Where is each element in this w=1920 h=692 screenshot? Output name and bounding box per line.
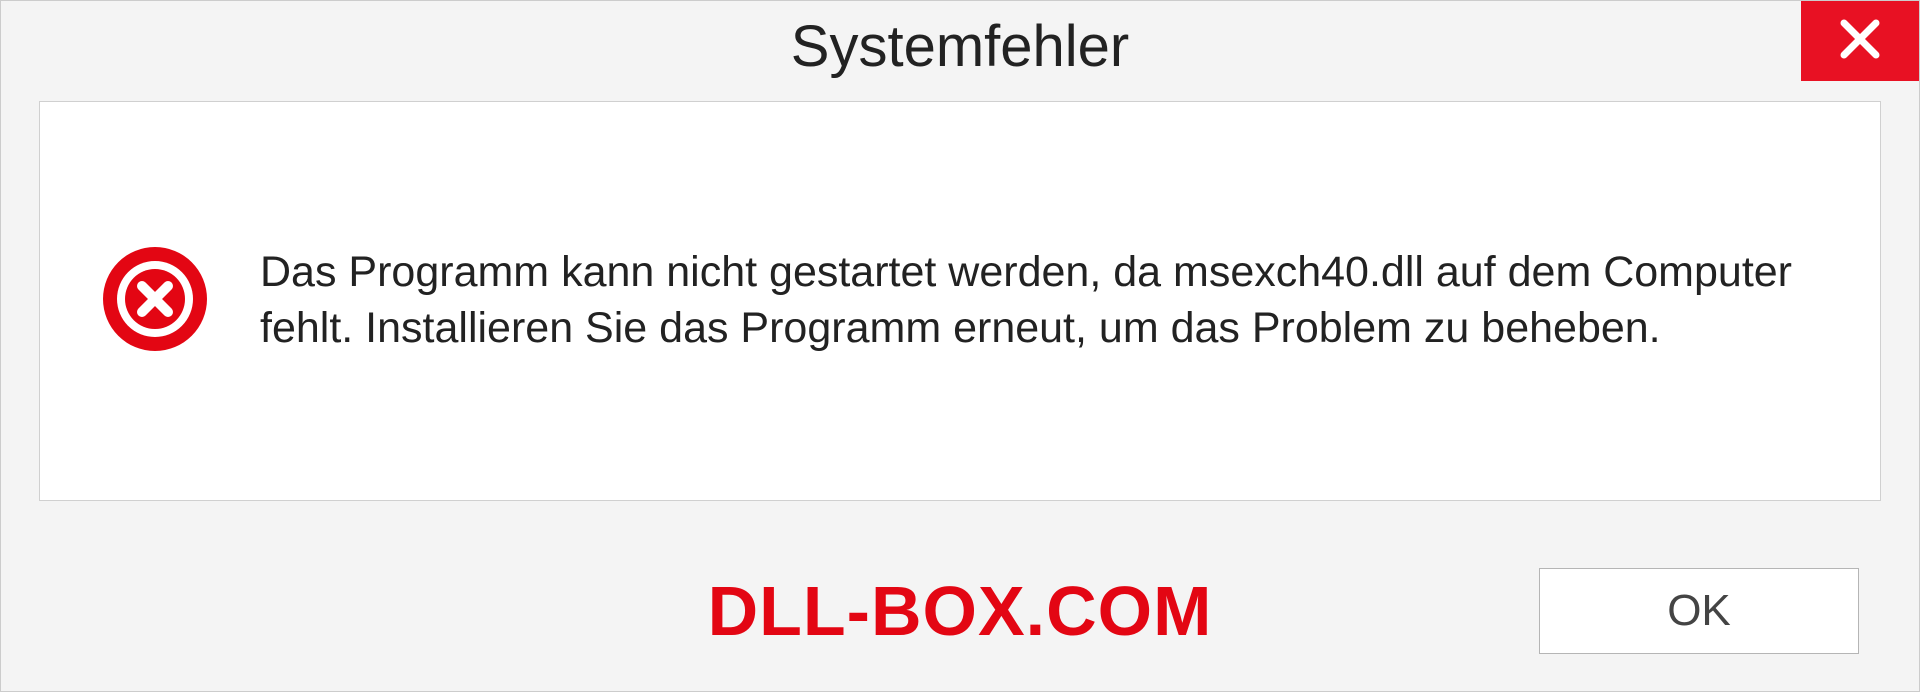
close-icon	[1838, 17, 1882, 66]
content-panel: Das Programm kann nicht gestartet werden…	[39, 101, 1881, 501]
close-button[interactable]	[1801, 1, 1919, 81]
titlebar: Systemfehler	[1, 1, 1919, 91]
error-message: Das Programm kann nicht gestartet werden…	[260, 245, 1820, 357]
error-icon	[100, 244, 210, 359]
watermark-text: DLL-BOX.COM	[708, 571, 1213, 651]
ok-button[interactable]: OK	[1539, 568, 1859, 654]
footer: DLL-BOX.COM OK	[1, 551, 1919, 671]
dialog-title: Systemfehler	[791, 13, 1129, 80]
